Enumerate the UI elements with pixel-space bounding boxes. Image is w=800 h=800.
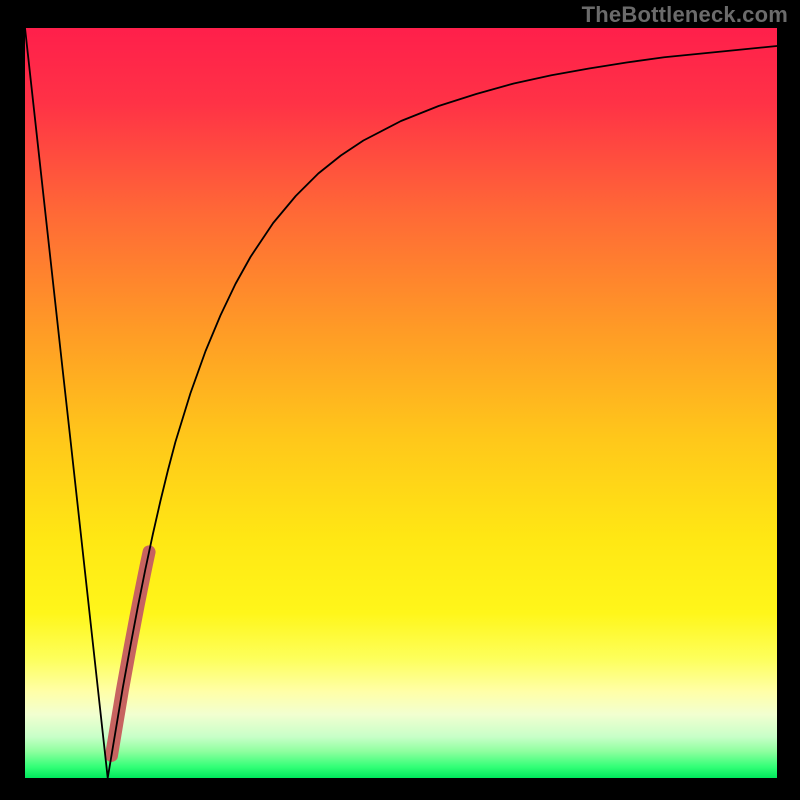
bottleneck-curve <box>25 28 777 778</box>
curve-layer <box>25 28 777 778</box>
plot-inner <box>25 28 777 778</box>
watermark-text: TheBottleneck.com <box>582 2 788 28</box>
plot-frame <box>25 28 777 778</box>
chart-stage: TheBottleneck.com <box>0 0 800 800</box>
